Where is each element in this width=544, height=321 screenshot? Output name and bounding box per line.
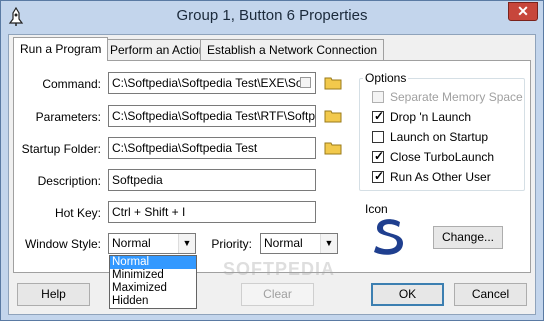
checkbox-box: ✓ (372, 109, 385, 123)
dropdown-option[interactable]: Minimized (110, 269, 196, 282)
clear-button[interactable]: Clear (241, 283, 314, 306)
tab-label: Run a Program (20, 42, 102, 56)
close-turbolaunch-checkbox[interactable]: ✓ Close TurboLaunch (372, 149, 494, 164)
checkmark-icon: ✓ (374, 109, 385, 123)
tab-label: Establish a Network Connection (207, 43, 378, 57)
dropdown-option[interactable]: Normal (110, 256, 196, 269)
checkbox-box: ✓ (372, 169, 385, 183)
parameters-label: Parameters: (35, 110, 101, 124)
window-style-select[interactable]: Normal ▼ (108, 233, 196, 254)
ok-button[interactable]: OK (371, 283, 444, 306)
hot-key-label: Hot Key: (54, 206, 101, 220)
description-field[interactable]: Softpedia (108, 169, 316, 191)
checkbox-box (372, 91, 384, 103)
close-button[interactable]: ✕ (508, 2, 538, 21)
tab-label: Perform an Action (110, 43, 206, 57)
tab-establish-network-connection[interactable]: Establish a Network Connection (200, 39, 385, 60)
command-field[interactable]: C:\Softpedia\Softpedia Test\EXE\Sof (108, 72, 316, 94)
chevron-down-icon: ▼ (320, 234, 337, 253)
checkbox-box: ✓ (372, 149, 385, 163)
window-title: Group 1, Button 6 Properties (176, 7, 368, 24)
checkbox-box (372, 131, 384, 143)
tab-perform-an-action[interactable]: Perform an Action (103, 39, 213, 60)
cancel-button[interactable]: Cancel (454, 283, 527, 306)
tab-run-a-program[interactable]: Run a Program (13, 37, 109, 61)
description-label: Description: (37, 174, 101, 188)
title-bar[interactable]: Group 1, Button 6 Properties ✕ (1, 1, 543, 33)
startup-folder-field[interactable]: C:\Softpedia\Softpedia Test (108, 137, 316, 159)
close-icon: ✕ (517, 3, 529, 19)
parameters-field[interactable]: C:\Softpedia\Softpedia Test\RTF\Softpedi (108, 105, 316, 127)
browse-folder-icon[interactable] (324, 76, 342, 90)
dialog-window: Group 1, Button 6 Properties ✕ Run a Pro… (0, 0, 544, 321)
priority-label: Priority: (211, 237, 252, 251)
run-as-other-user-checkbox[interactable]: ✓ Run As Other User (372, 169, 491, 184)
browse-folder-icon[interactable] (324, 141, 342, 155)
priority-select[interactable]: Normal ▼ (260, 233, 338, 254)
dropdown-option[interactable]: Hidden (110, 295, 196, 308)
window-style-dropdown-list: Normal Minimized Maximized Hidden (109, 255, 197, 309)
shortcut-arrow-icon (300, 77, 311, 88)
separate-memory-space-checkbox[interactable]: Separate Memory Space (372, 90, 523, 104)
chevron-down-icon: ▼ (178, 234, 195, 253)
startup-folder-label: Startup Folder: (21, 142, 101, 156)
hot-key-field[interactable]: Ctrl + Shift + I (108, 201, 316, 223)
options-group-title: Options (363, 71, 409, 85)
help-button[interactable]: Help (17, 283, 90, 306)
change-icon-button[interactable]: Change... (433, 226, 503, 249)
command-label: Command: (42, 77, 101, 91)
softpedia-s-icon (374, 219, 403, 255)
window-style-label: Window Style: (24, 237, 101, 251)
checkmark-icon: ✓ (374, 149, 385, 163)
icon-group-title: Icon (363, 202, 390, 216)
checkmark-icon: ✓ (374, 169, 385, 183)
drop-n-launch-checkbox[interactable]: ✓ Drop 'n Launch (372, 109, 471, 124)
browse-folder-icon[interactable] (324, 109, 342, 123)
launch-on-startup-checkbox[interactable]: Launch on Startup (372, 130, 488, 144)
dropdown-option[interactable]: Maximized (110, 282, 196, 295)
